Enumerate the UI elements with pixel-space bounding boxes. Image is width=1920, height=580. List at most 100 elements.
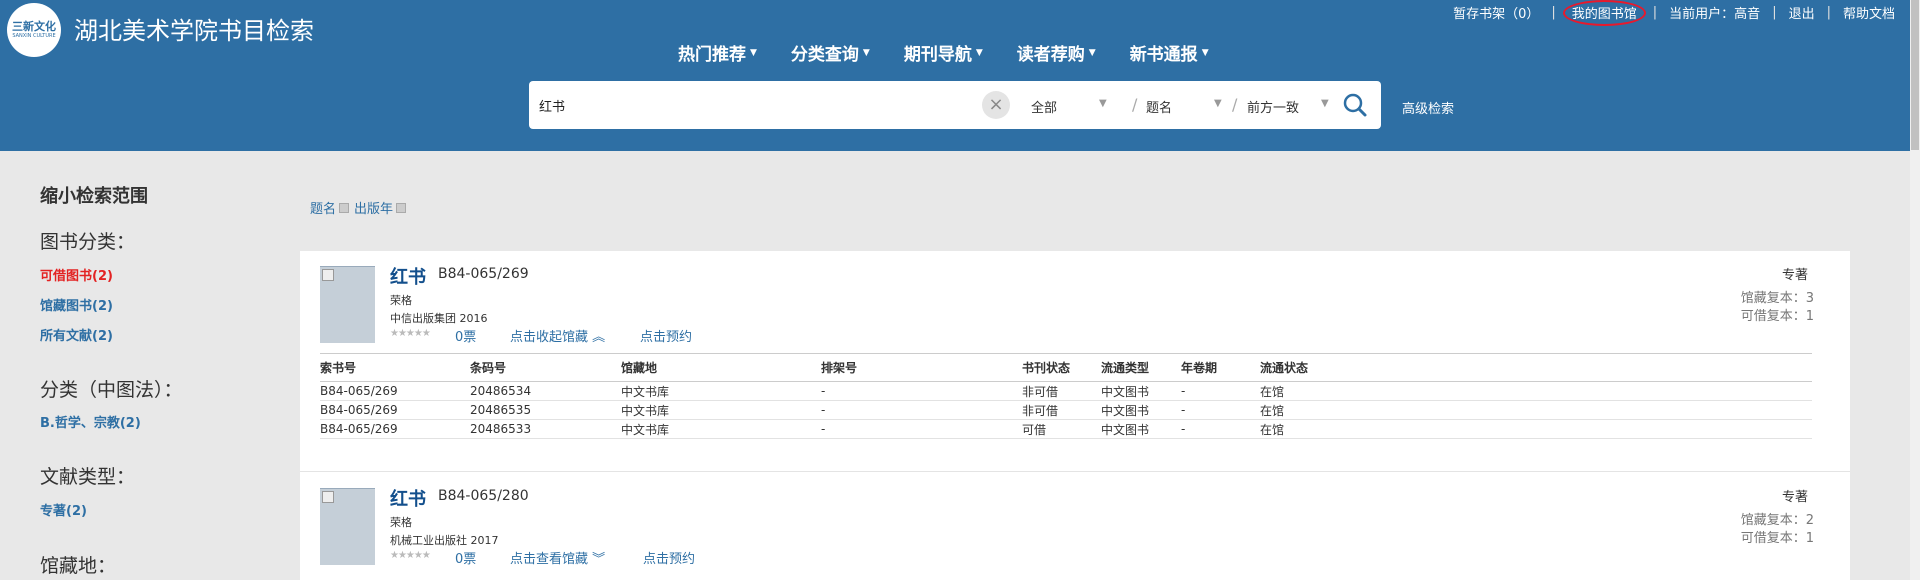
scrollbar[interactable] <box>1910 0 1920 580</box>
username[interactable]: 高音 <box>1734 3 1760 22</box>
filter-link-all[interactable]: 所有文献(2) <box>40 325 113 344</box>
header-bar: 三新文化 SANXIN CULTURE 湖北美术学院书目检索 暂存书架（0） |… <box>0 0 1920 151</box>
section-heading: 文献类型： <box>40 466 136 488</box>
nav-journal[interactable]: 期刊导航 ▼ <box>904 40 983 65</box>
vote-count: 0票 <box>455 330 477 345</box>
search-icon[interactable] <box>1342 92 1368 118</box>
table-cell: 20486534 <box>470 381 621 401</box>
holdings-label: 馆藏复本： <box>1740 291 1806 306</box>
sort-bar: 题名 出版年 <box>310 198 411 217</box>
chevron-up-icon: ︽ <box>588 330 606 345</box>
table-cell: B84-065/269 <box>320 400 470 420</box>
nav-category-label: 分类查询 <box>790 45 859 65</box>
holdings-line: 馆藏复本：2 <box>1741 512 1814 530</box>
column-header: 书刊状态 <box>1022 353 1101 382</box>
current-user-label: 当前用户： <box>1669 7 1735 22</box>
caret-down-icon: ▼ <box>1088 47 1096 58</box>
toggle-holdings-link[interactable]: 点击收起馆藏 ︽ <box>510 326 605 345</box>
available-count: 1 <box>1805 309 1814 324</box>
nav-recommend-label: 读者荐购 <box>1016 45 1085 65</box>
advanced-search-link[interactable]: 高级检索 <box>1402 98 1454 117</box>
result-year: 2016 <box>459 312 488 325</box>
logo-text: 三新文化 <box>12 19 56 33</box>
filter-link-class-b[interactable]: B.哲学、宗教(2) <box>40 412 141 431</box>
caret-down-icon: ▼ <box>862 47 870 58</box>
dropdown-icon: ▼ <box>1321 98 1329 109</box>
sort-by-year[interactable]: 出版年 <box>354 198 393 217</box>
holdings-label: 馆藏复本： <box>1740 513 1806 528</box>
reserve-link[interactable]: 点击预约 <box>643 548 695 567</box>
copy-stats: 馆藏复本：3 可借复本：1 <box>1741 290 1814 326</box>
result-publisher-line: 机械工业出版社 2017 <box>390 532 499 548</box>
scope-select[interactable]: 全部 ▼ <box>1031 97 1107 116</box>
table-cell: 中文书库 <box>621 381 821 401</box>
nav-new-books[interactable]: 新书通报 ▼ <box>1130 40 1209 65</box>
nav-hot[interactable]: 热门推荐 ▼ <box>678 40 757 65</box>
my-library-link[interactable]: 我的图书馆 <box>1562 0 1646 26</box>
nav-recommend[interactable]: 读者荐购 ▼ <box>1017 40 1096 65</box>
book-cover-image[interactable] <box>320 488 375 565</box>
match-select[interactable]: 前方一致 ▼ <box>1247 97 1329 116</box>
help-link[interactable]: 帮助文档 <box>1843 3 1895 22</box>
section-heading: 馆藏地： <box>40 555 117 577</box>
match-value: 前方一致 <box>1247 101 1300 116</box>
result-call-number: B84-065/269 <box>438 266 529 282</box>
caret-down-icon: ▼ <box>750 47 757 58</box>
table-cell: - <box>1181 400 1260 420</box>
rating-stars-icon[interactable]: ★★★★★ <box>390 550 431 561</box>
column-header: 排架号 <box>821 353 1022 382</box>
result-title-link[interactable]: 红书 <box>390 263 426 289</box>
caret-down-icon: ▼ <box>1201 47 1209 58</box>
column-header: 流通类型 <box>1101 353 1181 382</box>
table-row: B84-065/269 20486534 中文书库 - 非可借 中文图书 - 在… <box>320 381 1812 401</box>
table-cell: 中文书库 <box>621 400 821 420</box>
table-cell: 中文书库 <box>621 419 821 439</box>
toggle-holdings-label: 点击收起馆藏 <box>510 330 589 345</box>
clear-icon[interactable]: × <box>982 91 1010 119</box>
filter-link-borrowable[interactable]: 可借图书(2) <box>40 265 113 284</box>
table-header-row: 索书号 条码号 馆藏地 排架号 书刊状态 流通类型 年卷期 流通状态 <box>320 353 1812 382</box>
dropdown-icon: ▼ <box>1099 98 1107 109</box>
nav-hot-label: 热门推荐 <box>678 45 746 65</box>
result-author: 荣格 <box>390 294 412 307</box>
table-cell: - <box>1181 419 1260 439</box>
filter-link-monograph[interactable]: 专著(2) <box>40 500 87 519</box>
toggle-holdings-label: 点击查看馆藏 <box>510 552 589 567</box>
result-author: 荣格 <box>390 516 412 529</box>
section-heading: 分类（中图法）： <box>40 379 183 401</box>
table-row: B84-065/269 20486535 中文书库 - 非可借 中文图书 - 在… <box>320 400 1812 420</box>
table-cell: 中文图书 <box>1101 419 1181 439</box>
table-cell: 在馆 <box>1260 381 1812 401</box>
filter-link-held[interactable]: 馆藏图书(2) <box>40 295 113 314</box>
nav-new-books-label: 新书通报 <box>1129 45 1198 65</box>
table-cell: 非可借 <box>1022 400 1101 420</box>
logout-link[interactable]: 退出 <box>1789 3 1815 22</box>
available-label: 可借复本： <box>1740 531 1806 546</box>
result-title-link[interactable]: 红书 <box>390 485 426 511</box>
search-input[interactable] <box>539 93 959 117</box>
temp-shelf-link[interactable]: 暂存书架（0） <box>1453 3 1539 22</box>
nav-journal-label: 期刊导航 <box>903 45 972 65</box>
result-item: 红书 B84-065/280 荣格 机械工业出版社 2017 ★★★★★ 0票 … <box>300 473 1850 580</box>
book-cover-image[interactable] <box>320 266 375 343</box>
logo[interactable]: 三新文化 SANXIN CULTURE <box>7 3 61 57</box>
chevron-down-icon: ︾ <box>588 552 606 567</box>
dropdown-icon: ▼ <box>1214 98 1222 109</box>
field-select[interactable]: 题名 ▼ <box>1146 97 1222 116</box>
top-links: 暂存书架（0） | 我的图书馆 | 当前用户： 高音 | 退出 | 帮助文档 <box>1453 0 1895 26</box>
scrollbar-thumb[interactable] <box>1911 0 1919 150</box>
nav-category[interactable]: 分类查询 ▼ <box>791 40 870 65</box>
divider: | <box>1551 5 1556 20</box>
column-header: 馆藏地 <box>621 353 821 382</box>
scope-value: 全部 <box>1031 101 1058 116</box>
sort-by-title[interactable]: 题名 <box>310 198 336 217</box>
result-year: 2017 <box>470 534 499 547</box>
reserve-link[interactable]: 点击预约 <box>640 326 692 345</box>
toggle-holdings-link[interactable]: 点击查看馆藏 ︾ <box>510 548 605 567</box>
sort-icon[interactable] <box>339 202 350 213</box>
table-row: B84-065/269 20486533 中文书库 - 可借 中文图书 - 在馆 <box>320 419 1812 439</box>
result-type: 专著 <box>1781 490 1808 505</box>
rating-stars-icon[interactable]: ★★★★★ <box>390 328 431 339</box>
sort-icon[interactable] <box>396 202 407 213</box>
column-header: 流通状态 <box>1260 353 1812 382</box>
